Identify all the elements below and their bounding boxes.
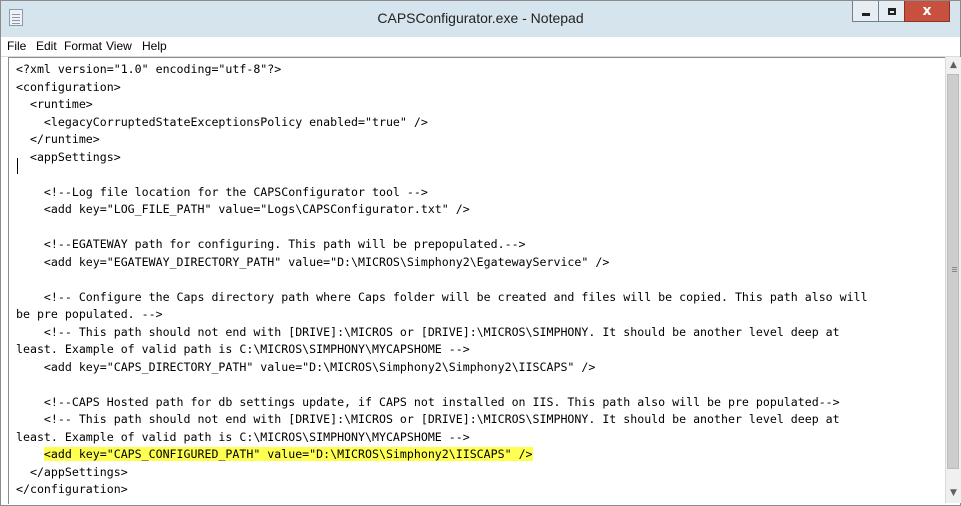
code-line: <add key="CAPS_DIRECTORY_PATH" value="D:… (16, 359, 596, 374)
window-title: CAPSConfigurator.exe - Notepad (377, 10, 584, 26)
menu-file[interactable]: File (7, 39, 26, 53)
document-text: <?xml version="1.0" encoding="utf-8"?> <c… (16, 61, 868, 499)
menu-view[interactable]: View (106, 39, 132, 53)
text-caret (17, 158, 18, 174)
text-editor[interactable]: <?xml version="1.0" encoding="utf-8"?> <c… (8, 57, 945, 504)
code-line: <runtime> (16, 97, 93, 111)
code-line: <!-- This path should not end with [DRIV… (16, 412, 840, 426)
code-line: <add key="LOG_FILE_PATH" value="Logs\CAP… (16, 202, 470, 216)
scroll-thumb[interactable] (947, 74, 959, 469)
minimize-button[interactable] (852, 1, 879, 22)
code-line: </runtime> (16, 132, 100, 146)
maximize-icon (887, 7, 896, 15)
scroll-grip-icon (952, 267, 957, 268)
code-line: least. Example of valid path is C:\MICRO… (16, 342, 470, 356)
selected-text[interactable]: <add key="CAPS_CONFIGURED_PATH" value="D… (43, 447, 533, 461)
menu-format[interactable]: Format (64, 39, 102, 53)
notepad-window: CAPSConfigurator.exe - Notepad x File Ed… (0, 0, 961, 506)
scroll-down-icon[interactable]: ▼ (946, 486, 961, 501)
code-line: be pre populated. --> (16, 307, 163, 321)
code-line: <!-- This path should not end with [DRIV… (16, 324, 840, 339)
close-icon: x (922, 3, 932, 19)
title-bar[interactable]: CAPSConfigurator.exe - Notepad x (1, 1, 960, 37)
code-line: <!--CAPS Hosted path for db settings upd… (16, 394, 840, 409)
code-line: <add key="EGATEWAY_DIRECTORY_PATH" value… (16, 254, 610, 269)
code-line: <legacyCorruptedStateExceptionsPolicy en… (16, 114, 428, 129)
code-line: <!-- Configure the Caps directory path w… (16, 289, 868, 304)
code-line: </appSettings> (16, 464, 128, 479)
code-line: least. Example of valid path is C:\MICRO… (16, 429, 470, 444)
minimize-icon (861, 12, 870, 16)
menu-edit[interactable]: Edit (36, 39, 57, 53)
scroll-up-icon[interactable]: ▲ (946, 58, 961, 73)
code-line: <configuration> (16, 79, 121, 94)
menu-help[interactable]: Help (142, 39, 167, 53)
close-button[interactable]: x (904, 1, 950, 22)
code-line-highlighted: <add key="CAPS_CONFIGURED_PATH" value="D… (16, 446, 868, 464)
menu-bar: File Edit Format View Help (1, 37, 960, 57)
code-line: </configuration> (16, 482, 128, 496)
code-line: <?xml version="1.0" encoding="utf-8"?> (16, 62, 282, 76)
maximize-button[interactable] (878, 1, 905, 22)
code-line: <appSettings> (16, 149, 121, 164)
code-line: <!--Log file location for the CAPSConfig… (16, 184, 428, 199)
vertical-scrollbar[interactable]: ▲ ▼ (945, 57, 961, 503)
code-line: <!--EGATEWAY path for configuring. This … (16, 237, 526, 251)
